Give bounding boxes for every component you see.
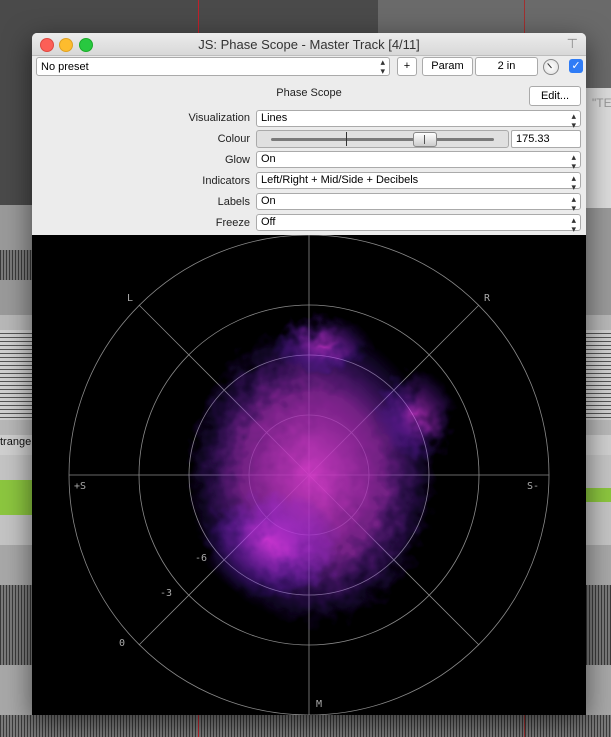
glow-label: Glow xyxy=(224,154,250,166)
wet-knob-icon[interactable] xyxy=(543,59,559,75)
chevron-updown-icon: ▴ ▾ xyxy=(571,173,576,192)
add-preset-button[interactable]: + xyxy=(397,57,417,76)
chevron-updown-icon: ▴ ▾ xyxy=(571,152,576,171)
plugin-name: Phase Scope xyxy=(276,87,342,99)
preset-dropdown[interactable]: No preset ▴ ▾ xyxy=(36,57,390,76)
freeze-value: Off xyxy=(261,216,276,228)
glow-select[interactable]: On ▴ ▾ xyxy=(256,151,581,171)
colour-label: Colour xyxy=(217,133,250,145)
slider-thumb[interactable] xyxy=(413,132,437,147)
indicators-select[interactable]: Left/Right + Mid/Side + Decibels ▴ ▾ xyxy=(256,172,581,192)
waveform-green xyxy=(0,480,32,515)
db-mark: -6 xyxy=(195,553,207,564)
scope-graph: L R +S S- M -6 -3 0 xyxy=(68,235,550,715)
edit-button[interactable]: Edit... xyxy=(529,86,581,106)
indicators-value: Left/Right + Mid/Side + Decibels xyxy=(261,174,419,186)
minus-side-label: S- xyxy=(527,481,539,492)
freeze-label: Freeze xyxy=(215,217,250,229)
right-channel-label: R xyxy=(484,293,491,304)
visualization-label: Visualization xyxy=(188,112,250,124)
visualization-select[interactable]: Lines ▴ ▾ xyxy=(256,110,581,130)
io-pins-button[interactable]: 2 in xyxy=(475,57,538,76)
colour-value-input[interactable]: 175.33 xyxy=(511,130,581,148)
pin-icon[interactable]: ⊤ xyxy=(567,36,578,52)
phase-scope-display[interactable]: L R +S S- M -6 -3 0 xyxy=(32,235,586,715)
preset-value: No preset xyxy=(41,61,89,73)
mid-label: M xyxy=(316,699,322,710)
chevron-updown-icon: ▴ ▾ xyxy=(571,194,576,213)
enable-checkbox[interactable]: ✓ xyxy=(569,59,583,73)
track-name-label: trange xyxy=(0,436,32,448)
left-channel-label: L xyxy=(127,293,133,304)
colour-slider[interactable] xyxy=(256,130,509,148)
chevron-updown-icon: ▴ ▾ xyxy=(571,215,576,234)
default-marker xyxy=(346,132,347,146)
freeze-select[interactable]: Off ▴ ▾ xyxy=(256,214,581,234)
param-button[interactable]: Param xyxy=(422,57,473,76)
glow-value: On xyxy=(261,153,276,165)
db-mark: 0 xyxy=(119,638,125,649)
fx-toolbar: No preset ▴ ▾ + Param 2 in ✓ xyxy=(32,56,586,80)
phase-scope-window: JS: Phase Scope - Master Track [4/11] ⊤ … xyxy=(32,33,586,715)
db-mark: -3 xyxy=(160,588,172,599)
title-bar[interactable]: JS: Phase Scope - Master Track [4/11] ⊤ xyxy=(32,33,586,56)
labels-label: Labels xyxy=(217,196,250,208)
indicators-label: Indicators xyxy=(202,175,250,187)
chevron-updown-icon: ▴ ▾ xyxy=(380,57,385,76)
visualization-value: Lines xyxy=(261,112,288,124)
chevron-updown-icon: ▴ ▾ xyxy=(571,111,576,130)
plus-side-label: +S xyxy=(74,481,86,492)
window-title: JS: Phase Scope - Master Track [4/11] xyxy=(198,37,420,52)
labels-value: On xyxy=(261,195,276,207)
labels-select[interactable]: On ▴ ▾ xyxy=(256,193,581,213)
